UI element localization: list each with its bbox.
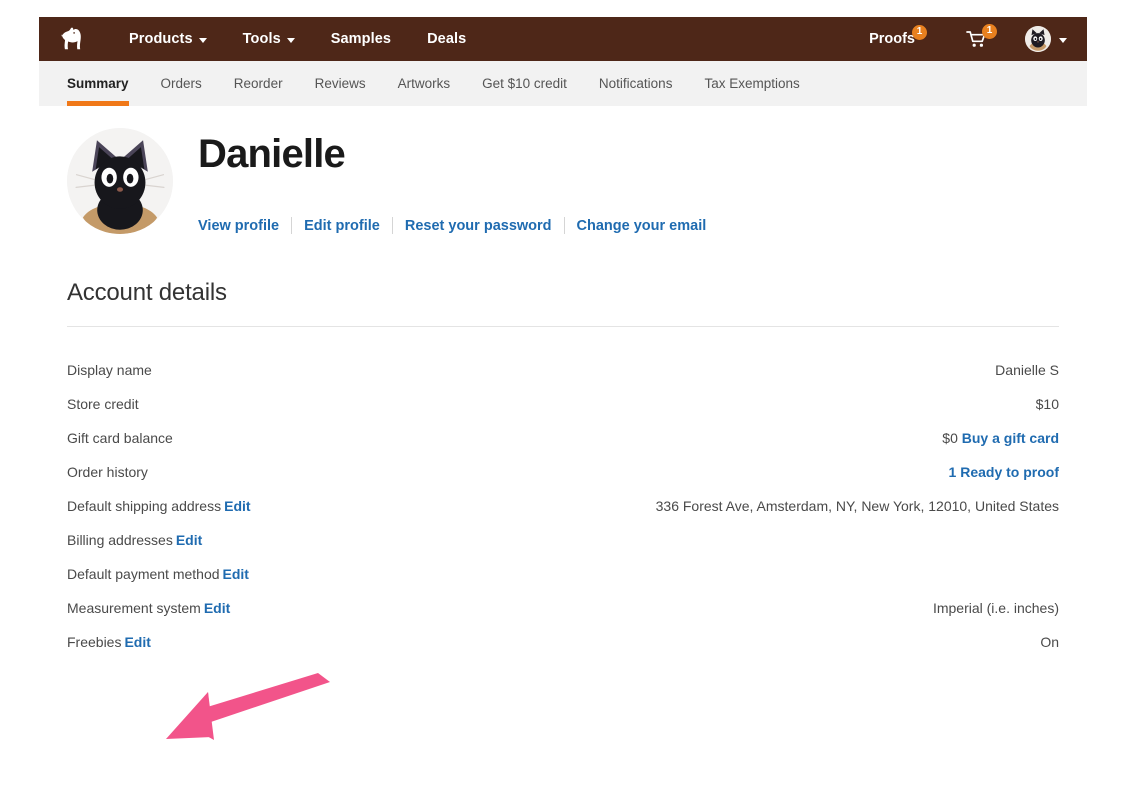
account-menu-button[interactable] — [1017, 26, 1071, 52]
cart-count-badge: 1 — [982, 23, 997, 39]
row-default-shipping-address: Default shipping address Edit 336 Forest … — [67, 490, 1059, 524]
profile-info: Danielle View profile Edit profile Reset… — [173, 128, 718, 234]
row-gift-card-balance: Gift card balance $0 Buy a gift card — [67, 422, 1059, 456]
tab-reviews[interactable]: Reviews — [299, 61, 382, 106]
edit-shipping-address-link[interactable]: Edit — [224, 498, 250, 514]
row-label-text: Default payment method — [67, 566, 220, 582]
profile-actions: View profile Edit profile Reset your pas… — [198, 217, 718, 234]
tab-artworks[interactable]: Artworks — [382, 61, 467, 106]
nav-item-deals-label: Deals — [427, 31, 467, 47]
edit-payment-method-link[interactable]: Edit — [223, 566, 249, 582]
row-billing-addresses: Billing addresses Edit — [67, 524, 1059, 558]
reset-password-link[interactable]: Reset your password — [393, 218, 564, 234]
gift-card-amount: $0 — [942, 430, 958, 446]
edit-profile-link[interactable]: Edit profile — [292, 218, 392, 234]
edit-freebies-link[interactable]: Edit — [124, 634, 150, 650]
row-label: Order history — [67, 464, 148, 480]
row-label-text: Freebies — [67, 634, 122, 650]
proofs-button[interactable]: Proofs 1 — [863, 24, 940, 47]
change-email-link[interactable]: Change your email — [565, 218, 719, 234]
browser-viewport: Products Tools Samples Deals Proofs 1 1 … — [39, 17, 1087, 797]
user-avatar-cat-icon — [1025, 26, 1051, 52]
tab-orders[interactable]: Orders — [145, 61, 218, 106]
account-tab-bar: Summary Orders Reorder Reviews Artworks … — [39, 61, 1087, 106]
chevron-down-icon — [286, 37, 295, 43]
primary-navigation-bar: Products Tools Samples Deals Proofs 1 1 — [39, 17, 1087, 61]
proofs-count-badge: 1 — [912, 24, 927, 40]
primary-nav-right-group: Proofs 1 1 — [863, 23, 1071, 52]
nav-item-products[interactable]: Products — [111, 31, 225, 47]
cart-button[interactable]: 1 — [940, 23, 1017, 48]
account-details-section: Account details Display name Danielle S … — [39, 279, 1087, 660]
row-label: Default shipping address Edit — [67, 498, 251, 514]
row-label: Store credit — [67, 396, 139, 412]
row-label: Billing addresses Edit — [67, 532, 202, 548]
horse-logo-icon[interactable] — [57, 26, 87, 52]
edit-billing-addresses-link[interactable]: Edit — [176, 532, 202, 548]
row-label: Freebies Edit — [67, 634, 151, 650]
edit-measurement-system-link[interactable]: Edit — [204, 600, 230, 616]
tab-get-credit-label: Get $10 credit — [482, 76, 567, 91]
row-value: $0 Buy a gift card — [942, 430, 1059, 446]
chevron-down-icon — [198, 37, 207, 43]
nav-item-tools[interactable]: Tools — [225, 31, 313, 47]
row-value: 1 Ready to proof — [949, 464, 1059, 480]
row-label: Default payment method Edit — [67, 566, 249, 582]
nav-item-products-label: Products — [129, 31, 193, 47]
divider — [67, 326, 1059, 327]
account-details-heading: Account details — [67, 279, 227, 306]
primary-nav-items: Products Tools Samples Deals — [111, 31, 484, 47]
row-label: Display name — [67, 362, 152, 378]
row-value: 336 Forest Ave, Amsterdam, NY, New York,… — [655, 498, 1059, 514]
tab-summary[interactable]: Summary — [67, 61, 145, 106]
nav-item-tools-label: Tools — [242, 31, 281, 47]
row-label: Gift card balance — [67, 430, 173, 446]
profile-header: Danielle View profile Edit profile Reset… — [39, 106, 1087, 234]
row-measurement-system: Measurement system Edit Imperial (i.e. in… — [67, 592, 1059, 626]
chevron-down-icon — [1059, 37, 1067, 43]
tab-get-credit[interactable]: Get $10 credit — [466, 61, 583, 106]
nav-item-samples-label: Samples — [330, 31, 392, 47]
tab-orders-label: Orders — [160, 76, 202, 91]
tab-tax-exemptions-label: Tax Exemptions — [704, 76, 800, 91]
nav-item-samples[interactable]: Samples — [313, 31, 409, 47]
row-label-text: Billing addresses — [67, 532, 173, 548]
row-default-payment-method: Default payment method Edit — [67, 558, 1059, 592]
row-store-credit: Store credit $10 — [67, 388, 1059, 422]
tab-notifications[interactable]: Notifications — [583, 61, 689, 106]
tab-reorder[interactable]: Reorder — [218, 61, 299, 106]
page-title: Danielle — [198, 132, 346, 176]
row-value: On — [1040, 634, 1059, 650]
ready-to-proof-link[interactable]: 1 Ready to proof — [949, 464, 1059, 480]
row-value: Danielle S — [995, 362, 1059, 378]
tab-artworks-label: Artworks — [397, 76, 451, 91]
profile-avatar-cat-icon — [67, 128, 173, 234]
tab-tax-exemptions[interactable]: Tax Exemptions — [688, 61, 815, 106]
row-value: Imperial (i.e. inches) — [932, 600, 1059, 616]
row-value: $10 — [1035, 396, 1059, 412]
tab-reviews-label: Reviews — [314, 76, 366, 91]
row-label-text: Default shipping address — [67, 498, 222, 514]
row-label-text: Measurement system — [67, 600, 201, 616]
buy-a-gift-card-link[interactable]: Buy a gift card — [962, 430, 1059, 446]
view-profile-link[interactable]: View profile — [198, 218, 291, 234]
tab-reorder-label: Reorder — [233, 76, 283, 91]
nav-item-deals[interactable]: Deals — [409, 31, 484, 47]
row-label: Measurement system Edit — [67, 600, 230, 616]
row-order-history: Order history 1 Ready to proof — [67, 456, 1059, 490]
row-freebies: Freebies Edit On — [67, 626, 1059, 660]
row-display-name: Display name Danielle S — [67, 354, 1059, 388]
tab-summary-label: Summary — [67, 76, 129, 91]
tab-notifications-label: Notifications — [598, 76, 673, 91]
proofs-label: Proofs — [869, 31, 915, 47]
